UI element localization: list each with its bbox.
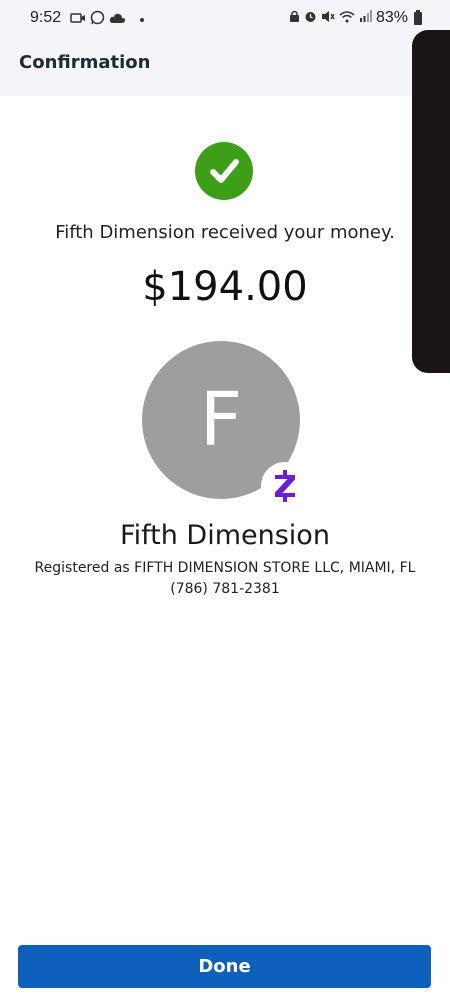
registered-as: Registered as FIFTH DIMENSION STORE LLC,… — [34, 560, 416, 576]
wifi-icon — [339, 10, 355, 27]
recipient-phone: (786) 781-2381 — [170, 581, 280, 597]
done-button[interactable]: Done — [18, 945, 431, 988]
lock-icon — [289, 10, 300, 27]
battery-icon — [414, 9, 422, 25]
zelle-badge — [261, 462, 309, 510]
success-check-icon — [195, 142, 253, 200]
mute-icon — [321, 10, 335, 27]
whatsapp-icon — [90, 10, 105, 29]
signal-icon — [359, 10, 372, 26]
app-bar: Confirmation — [0, 36, 450, 96]
dot-icon — [140, 17, 144, 22]
status-right-icons: 83% — [289, 9, 422, 27]
cloud-icon — [109, 12, 126, 28]
confirmation-message: Fifth Dimension received your money. — [55, 222, 395, 243]
side-preview-panel[interactable] — [412, 30, 450, 373]
status-time: 9:52 — [30, 9, 62, 26]
recipient-name: Fifth Dimension — [120, 520, 330, 551]
zelle-icon — [275, 470, 295, 502]
avatar-letter: F — [199, 377, 243, 463]
status-left-icons — [70, 10, 144, 29]
alarm-icon — [304, 10, 317, 27]
payment-amount: $194.00 — [142, 264, 308, 310]
battery-percent: 83% — [375, 9, 408, 26]
page-title: Confirmation — [19, 52, 151, 73]
status-bar: 9:52 83% — [0, 0, 450, 36]
video-icon — [70, 12, 86, 28]
